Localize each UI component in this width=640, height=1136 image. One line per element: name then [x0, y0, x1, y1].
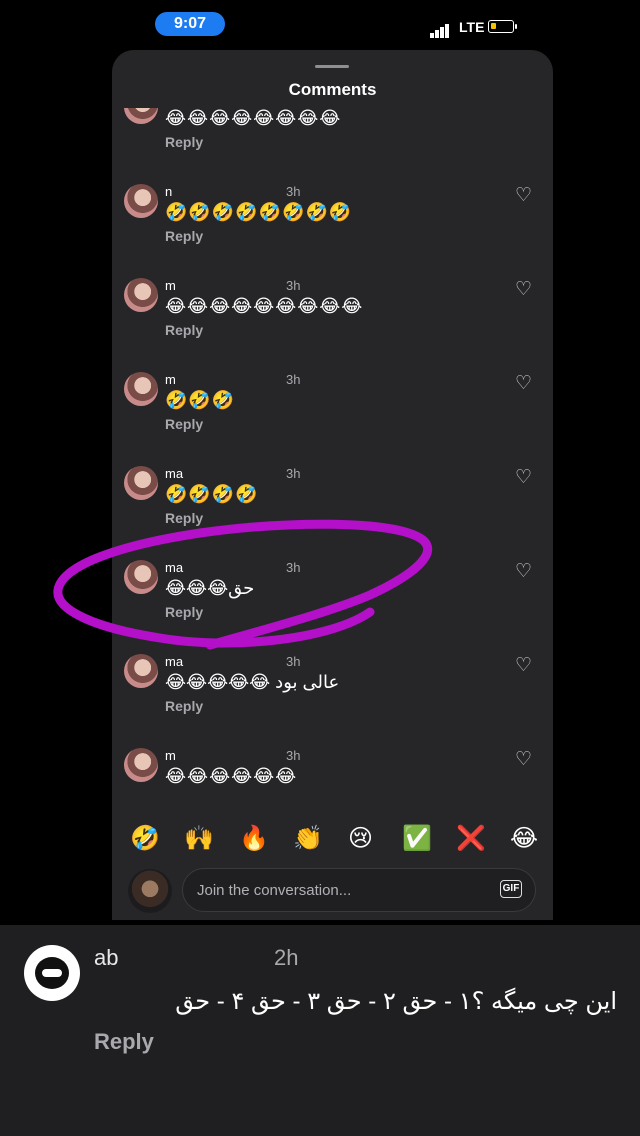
username[interactable]: m: [165, 748, 176, 763]
comment-item: n 3h 🤣🤣🤣🤣🤣🤣🤣🤣 Reply ♡: [112, 176, 553, 270]
heart-icon[interactable]: ♡: [515, 278, 532, 301]
timestamp: 3h: [286, 278, 301, 293]
comment-item: m 3h 😂😂😂😂😂😂😂😂😂 Reply ♡: [112, 270, 553, 364]
avatar[interactable]: [124, 654, 158, 688]
status-bar: 9:07 LTE: [0, 0, 640, 50]
avatar[interactable]: [124, 278, 158, 312]
heart-icon[interactable]: ♡: [515, 372, 532, 395]
username[interactable]: n: [165, 184, 172, 199]
comment-text: این چی میگه ؟۱ - حق ۲ - حق ۳ - حق ۴ - حق: [175, 988, 617, 1015]
timestamp: 3h: [286, 184, 301, 199]
comment-text: 🤣🤣🤣🤣: [165, 484, 259, 504]
username[interactable]: ma: [165, 654, 183, 669]
heart-icon[interactable]: ♡: [515, 654, 532, 677]
timestamp: 3h: [286, 560, 301, 575]
emoji-joy[interactable]: 😂: [510, 824, 538, 853]
comment-item: m 3h 🤣🤣🤣 Reply ♡: [112, 364, 553, 458]
heart-icon[interactable]: ♡: [515, 184, 532, 207]
comment-input-placeholder: Join the conversation...: [197, 882, 352, 899]
comment-text: 🤣🤣🤣🤣🤣🤣🤣🤣: [165, 202, 353, 222]
emoji-cry[interactable]: 😢: [348, 824, 373, 853]
comment-text: 😂😂😂😂😂😂😂😂😂: [165, 296, 364, 316]
heart-icon[interactable]: ♡: [515, 748, 532, 771]
gif-icon[interactable]: GIF: [500, 880, 522, 898]
avatar[interactable]: [124, 466, 158, 500]
network-label: LTE: [459, 19, 485, 35]
sheet-grabber[interactable]: [315, 65, 349, 68]
comment-item-highlighted: ma 3h 😂😂😂حق Reply ♡: [112, 552, 553, 646]
heart-icon[interactable]: ♡: [515, 108, 532, 113]
emoji-fire[interactable]: 🔥: [239, 824, 269, 853]
reply-button[interactable]: Reply: [94, 1029, 154, 1055]
username[interactable]: m: [165, 278, 176, 293]
comment-item: m 3h 😂😂😂😂😂😂 ♡: [112, 740, 553, 808]
reply-button[interactable]: Reply: [165, 604, 203, 620]
heart-icon[interactable]: ♡: [515, 466, 532, 489]
emoji-raised-hands[interactable]: 🙌: [184, 824, 214, 853]
signal-icon: [430, 20, 450, 38]
quick-reaction-bar: 🤣 🙌 🔥 👏 😢 ✅ ❌ 😂: [112, 820, 553, 856]
timestamp: 3h: [286, 372, 301, 387]
username[interactable]: ab: [94, 945, 118, 971]
emoji-check[interactable]: ✅: [402, 824, 432, 853]
username[interactable]: ma: [165, 560, 183, 575]
reply-button[interactable]: Reply: [165, 510, 203, 526]
my-avatar: [128, 869, 172, 913]
comment-input[interactable]: Join the conversation... GIF: [182, 868, 536, 912]
comment-text: 🤣🤣🤣: [165, 390, 236, 410]
comments-sheet: Comments 😂😂😂😂😂😂😂😂 Reply ♡ n 3h 🤣🤣🤣🤣🤣🤣🤣🤣 …: [112, 50, 553, 920]
pinned-comment: ab 2h این چی میگه ؟۱ - حق ۲ - حق ۳ - حق …: [0, 925, 640, 1136]
comment-composer: Join the conversation... GIF: [112, 868, 553, 918]
heart-icon[interactable]: ♡: [515, 560, 532, 583]
timestamp: 3h: [286, 748, 301, 763]
clock: 9:07: [155, 12, 225, 36]
timestamp: 3h: [286, 466, 301, 481]
emoji-rofl[interactable]: 🤣: [130, 824, 160, 853]
comment-item: 😂😂😂😂😂😂😂😂 Reply ♡: [112, 108, 553, 176]
username[interactable]: m: [165, 372, 176, 387]
reply-button[interactable]: Reply: [165, 698, 203, 714]
comment-text: 😂😂😂😂😂 عالی بود: [165, 672, 340, 692]
avatar[interactable]: [124, 372, 158, 406]
reply-button[interactable]: Reply: [165, 322, 203, 338]
avatar[interactable]: [24, 945, 80, 1001]
comment-text: 😂😂😂حق: [165, 578, 255, 598]
comment-text: 😂😂😂😂😂😂: [165, 766, 298, 786]
comment-item: ma 3h 😂😂😂😂😂 عالی بود Reply ♡: [112, 646, 553, 740]
reply-button[interactable]: Reply: [165, 416, 203, 432]
avatar[interactable]: [124, 748, 158, 782]
emoji-clap[interactable]: 👏: [293, 824, 323, 853]
emoji-cross[interactable]: ❌: [456, 824, 486, 853]
battery-icon: [488, 20, 517, 33]
username[interactable]: ma: [165, 466, 183, 481]
timestamp: 3h: [286, 654, 301, 669]
reply-button[interactable]: Reply: [165, 228, 203, 244]
comment-item: ma 3h 🤣🤣🤣🤣 Reply ♡: [112, 458, 553, 552]
reply-button[interactable]: Reply: [165, 134, 203, 150]
sheet-title: Comments: [288, 80, 377, 99]
comment-text: 😂😂😂😂😂😂😂😂: [165, 108, 342, 128]
avatar[interactable]: [124, 108, 158, 124]
timestamp: 2h: [274, 945, 299, 970]
comments-list[interactable]: 😂😂😂😂😂😂😂😂 Reply ♡ n 3h 🤣🤣🤣🤣🤣🤣🤣🤣 Reply ♡ m…: [112, 108, 553, 808]
avatar[interactable]: [124, 560, 158, 594]
avatar[interactable]: [124, 184, 158, 218]
